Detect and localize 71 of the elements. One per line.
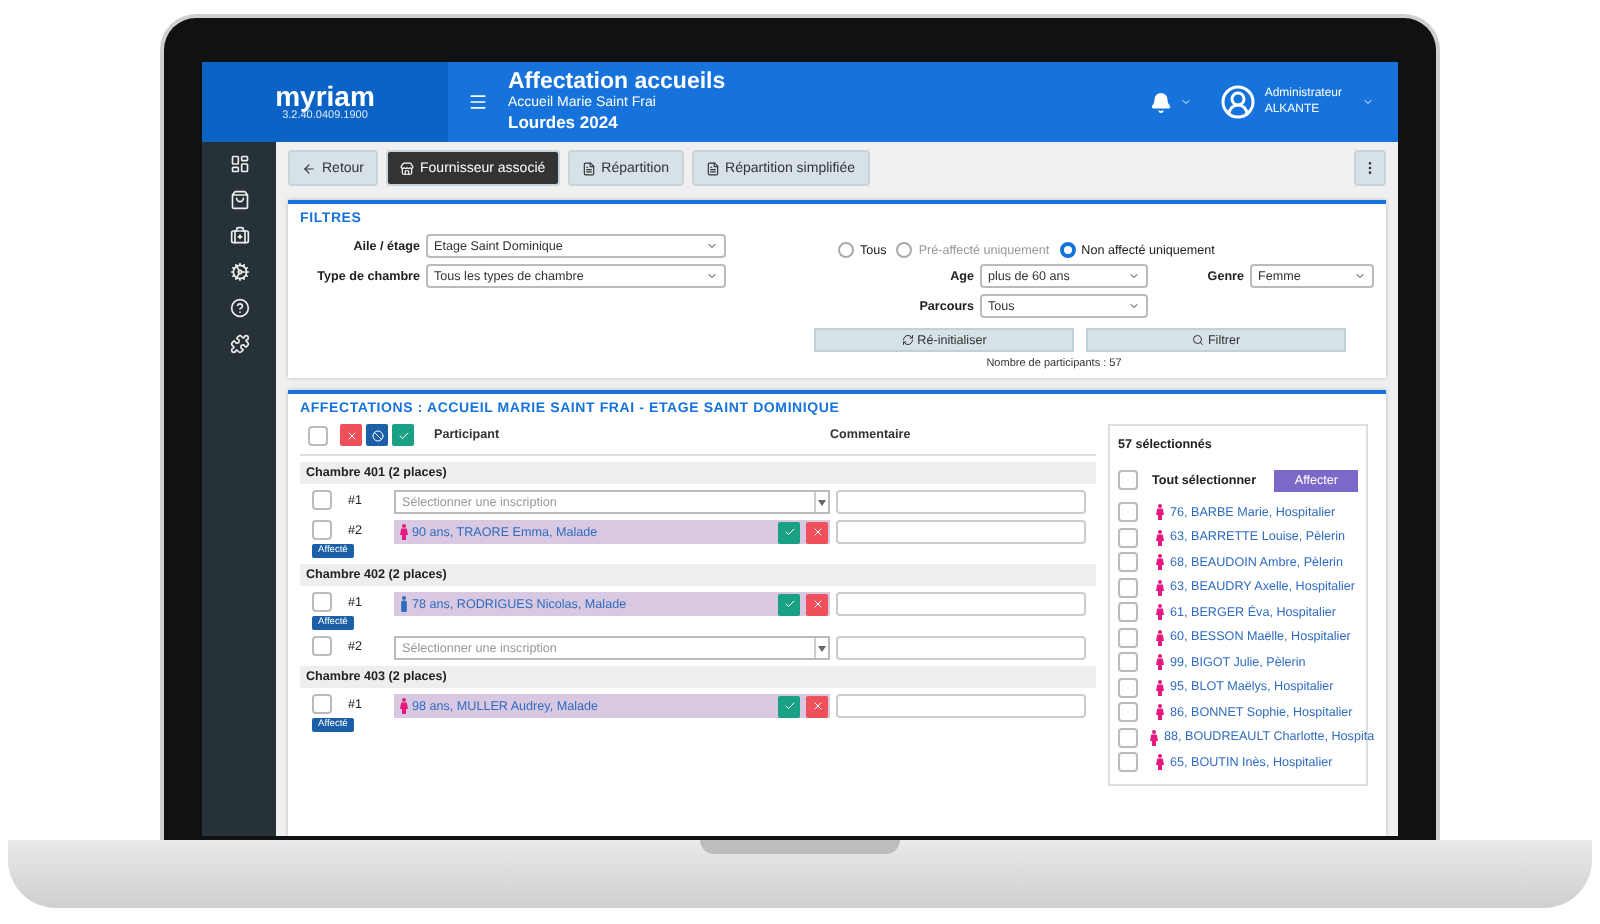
checkbox[interactable] (1118, 677, 1138, 697)
document-icon (705, 161, 720, 175)
check-icon (783, 526, 795, 538)
checkbox[interactable] (1118, 552, 1138, 572)
event-name: Lourdes 2024 (508, 112, 620, 134)
check-icon (783, 598, 795, 610)
close-icon (811, 700, 823, 712)
ban-icon (371, 429, 383, 441)
settings-icon[interactable] (229, 262, 249, 282)
remove-button[interactable] (806, 521, 828, 543)
checkbox[interactable] (1118, 702, 1138, 722)
bag-icon[interactable] (229, 190, 249, 210)
chevron-down-icon (1128, 270, 1140, 282)
document-icon (581, 161, 596, 175)
checkbox[interactable] (1118, 727, 1138, 747)
check-icon (397, 429, 409, 441)
page-title: Affectation accueils (508, 70, 726, 94)
search-icon (1191, 334, 1204, 346)
checkbox[interactable] (1118, 577, 1138, 597)
confirm-button[interactable] (392, 424, 414, 446)
refresh-icon (901, 334, 914, 346)
dashboard-icon[interactable] (229, 154, 249, 174)
caret-icon (818, 645, 826, 651)
checkbox[interactable] (1118, 527, 1138, 547)
remove-button[interactable] (806, 593, 828, 615)
close-icon (811, 526, 823, 538)
chevron-down-icon (706, 240, 718, 252)
caret-icon (818, 499, 826, 505)
close-icon (345, 429, 357, 441)
block-button[interactable] (366, 424, 388, 446)
comment-field[interactable] (836, 636, 1086, 660)
radio-button[interactable] (1059, 242, 1076, 258)
comment-field[interactable] (836, 490, 1086, 514)
checkbox[interactable] (1118, 470, 1138, 490)
confirm-button[interactable] (778, 695, 800, 717)
app-logo: myriam (275, 82, 375, 110)
more-button[interactable] (1354, 150, 1386, 186)
checkbox[interactable] (312, 490, 332, 510)
arrow-left-icon (302, 161, 316, 175)
store-icon (400, 161, 415, 175)
medical-kit-icon[interactable] (229, 226, 249, 246)
close-icon (811, 598, 823, 610)
puzzle-icon[interactable] (229, 334, 249, 354)
comment-field[interactable] (836, 520, 1086, 544)
checkbox[interactable] (312, 636, 332, 656)
checkbox[interactable] (1118, 502, 1138, 522)
chevron-down-icon (1128, 300, 1140, 312)
checkbox[interactable] (1118, 652, 1138, 672)
avatar-icon[interactable] (1220, 84, 1257, 120)
checkbox[interactable] (1118, 627, 1138, 647)
checkbox[interactable] (1118, 602, 1138, 622)
menu-icon[interactable] (468, 92, 488, 112)
checkbox[interactable] (308, 425, 328, 445)
radio-button[interactable] (838, 242, 854, 258)
comment-field[interactable] (836, 694, 1086, 718)
caret-icon[interactable] (1362, 96, 1374, 108)
remove-button[interactable] (340, 424, 362, 446)
checkbox[interactable] (1118, 752, 1138, 772)
checkbox[interactable] (312, 694, 332, 714)
confirm-button[interactable] (778, 593, 800, 615)
notification-bell-icon[interactable] (1150, 91, 1173, 113)
chevron-down-icon (1354, 270, 1366, 282)
remove-button[interactable] (806, 695, 828, 717)
caret-icon[interactable] (1180, 96, 1193, 108)
checkbox[interactable] (312, 520, 332, 540)
check-icon (783, 700, 795, 712)
checkbox[interactable] (312, 592, 332, 612)
help-icon[interactable] (229, 298, 249, 318)
chevron-down-icon (706, 270, 718, 282)
confirm-button[interactable] (778, 521, 800, 543)
comment-field[interactable] (836, 592, 1086, 616)
